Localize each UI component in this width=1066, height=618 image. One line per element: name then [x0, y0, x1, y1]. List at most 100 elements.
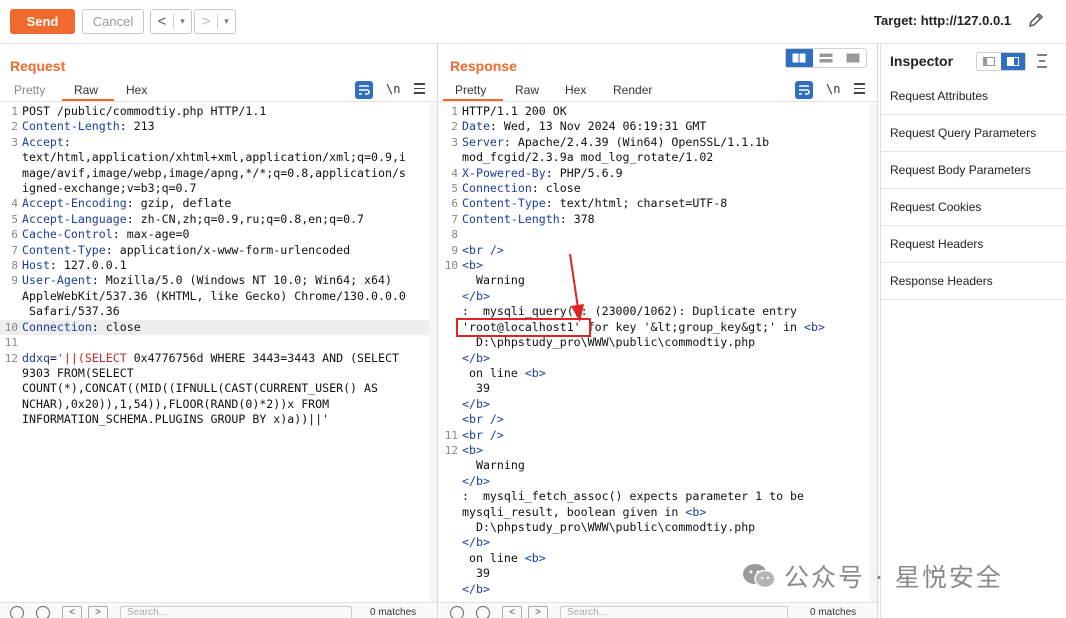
request-editor[interactable]: 1 POST /public/commodtiy.php HTTP/1.1 2 Con… — [0, 104, 430, 428]
inspector-item-request-headers[interactable]: Request Headers — [880, 226, 1066, 263]
request-line: 6 Cache-Control: max-age=0 — [0, 227, 430, 242]
inspector-split-view-icon[interactable] — [1001, 53, 1025, 70]
response-token: Warning — [462, 273, 525, 288]
response-line: mysqli_result, boolean given in <b> — [440, 505, 870, 520]
inspector-item-request-query-parameters[interactable]: Request Query Parameters — [880, 115, 1066, 152]
response-token: Content-Type — [462, 196, 546, 211]
response-token: Content-Length — [462, 211, 560, 226]
response-line: 2 Date: Wed, 13 Nov 2024 06:19:31 GMT — [440, 119, 870, 134]
annotation-highlight-box — [456, 318, 591, 337]
inspector-item-request-attributes[interactable]: Request Attributes — [880, 78, 1066, 115]
response-line-number — [440, 351, 462, 366]
response-line: mod_fcgid/2.3.9a mod_log_rotate/1.02 — [440, 150, 870, 165]
response-token: </b> — [462, 581, 490, 596]
response-line-text: D:\phpstudy_pro\WWW\public\commodtiy.php — [462, 520, 870, 535]
request-token: Connection — [22, 319, 92, 334]
request-scrollbar[interactable] — [429, 104, 437, 604]
response-bottom-bar: < > Search... 0 matches — [440, 602, 877, 618]
response-token: : Wed, 13 Nov 2024 06:19:31 GMT — [489, 119, 707, 134]
response-line-number — [440, 381, 462, 396]
response-token: </b> — [462, 288, 490, 303]
request-line-number — [0, 397, 22, 412]
send-button[interactable]: Send — [10, 9, 75, 34]
request-search-next-button[interactable]: > — [88, 606, 108, 618]
request-line-text: Host: 127.0.0.1 — [22, 258, 430, 273]
back-arrow-icon[interactable]: < — [151, 13, 173, 30]
response-line-text: Warning — [462, 273, 870, 288]
response-pretty-print-icon[interactable] — [795, 81, 813, 99]
inspector-item-response-headers[interactable]: Response Headers — [880, 263, 1066, 300]
response-settings-gear-icon[interactable] — [476, 606, 490, 618]
request-token: ddxq — [22, 350, 50, 365]
response-search-next-button[interactable]: > — [528, 606, 548, 618]
request-line-text: Content-Length: 213 — [22, 119, 430, 134]
response-line-number — [440, 505, 462, 520]
inspector-settings-icon[interactable] — [1035, 53, 1049, 69]
request-tab-hex[interactable]: Hex — [126, 83, 147, 97]
response-token: D:\phpstudy_pro\WWW\public\commodtiy.php — [462, 519, 756, 534]
request-tab-pretty[interactable]: Pretty — [14, 83, 45, 97]
response-line: Warning — [440, 273, 870, 288]
request-line-text: Accept-Language: zh-CN,zh;q=0.9,ru;q=0.8… — [22, 212, 430, 227]
request-tab-raw[interactable]: Raw — [74, 83, 98, 97]
response-line: 9 <br /> — [440, 243, 870, 258]
response-scrollbar[interactable] — [869, 104, 877, 604]
request-line: Safari/537.36 — [0, 304, 430, 319]
inspector-list-view-icon[interactable] — [977, 53, 1001, 70]
response-search-input[interactable]: Search... — [560, 606, 788, 618]
response-line-number — [440, 566, 462, 581]
response-newline-toggle[interactable]: \n — [826, 82, 840, 96]
request-line-number — [0, 150, 22, 165]
response-tab-hex[interactable]: Hex — [565, 83, 586, 97]
response-line-text: <b> — [462, 443, 870, 458]
back-dropdown-icon[interactable]: ▾ — [173, 14, 191, 29]
edit-target-pencil-icon[interactable] — [1026, 10, 1046, 30]
request-line-text: Accept-Encoding: gzip, deflate — [22, 196, 430, 211]
layout-stacked-icon[interactable] — [813, 49, 840, 67]
request-token: User-Agent — [22, 273, 92, 288]
response-tab-pretty[interactable]: Pretty — [455, 83, 486, 97]
inspector-item-request-cookies[interactable]: Request Cookies — [880, 189, 1066, 226]
request-newline-toggle[interactable]: \n — [386, 82, 400, 96]
layout-side-by-side-icon[interactable] — [786, 49, 813, 67]
request-title: Request — [10, 58, 66, 74]
forward-dropdown-icon[interactable]: ▾ — [217, 14, 235, 29]
inspector-layout-toggle[interactable] — [976, 52, 1026, 71]
response-help-icon[interactable] — [450, 606, 464, 618]
response-token: Date — [462, 119, 490, 134]
request-search-prev-button[interactable]: < — [62, 606, 82, 618]
back-nav-group[interactable]: < ▾ — [150, 9, 192, 34]
request-token: COUNT(*),CONCAT((MID((IFNULL(CAST(CURREN… — [22, 381, 378, 396]
response-line: 8 — [440, 227, 870, 242]
response-line-number — [440, 397, 462, 412]
request-token: : max-age=0 — [112, 227, 190, 242]
request-match-count: 0 matches — [370, 607, 417, 618]
layout-single-icon[interactable] — [839, 49, 866, 67]
response-tab-raw[interactable]: Raw — [515, 83, 539, 97]
inspector-item-request-body-parameters[interactable]: Request Body Parameters — [880, 152, 1066, 189]
request-line-number — [0, 166, 22, 181]
request-settings-gear-icon[interactable] — [36, 606, 50, 618]
layout-toggle[interactable] — [785, 48, 867, 68]
response-token: on line — [462, 550, 525, 565]
request-token: : application/x-www-form-urlencoded — [105, 242, 351, 257]
request-pretty-print-icon[interactable] — [355, 81, 373, 99]
request-line-number: 9 — [11, 274, 18, 288]
forward-nav-group[interactable]: > ▾ — [194, 9, 236, 34]
request-line-number — [0, 181, 22, 196]
request-search-input[interactable]: Search... — [120, 606, 352, 618]
response-search-prev-button[interactable]: < — [502, 606, 522, 618]
request-line-text: 9303 FROM(SELECT — [22, 366, 430, 381]
request-help-icon[interactable] — [10, 606, 24, 618]
response-tab-render[interactable]: Render — [613, 83, 652, 97]
cancel-button[interactable]: Cancel — [82, 9, 144, 34]
request-line-number: 10 — [4, 320, 18, 334]
response-viewer[interactable]: 1 HTTP/1.1 200 OK 2 Date: Wed, 13 Nov 2024 … — [440, 104, 870, 597]
response-line-text: X-Powered-By: PHP/5.6.9 — [462, 166, 870, 181]
request-menu-icon[interactable] — [414, 83, 425, 94]
forward-arrow-icon[interactable]: > — [195, 13, 217, 30]
response-line-number: 9 — [451, 243, 458, 257]
response-title: Response — [450, 58, 517, 74]
response-menu-icon[interactable] — [854, 83, 865, 94]
response-line-number — [440, 289, 462, 304]
